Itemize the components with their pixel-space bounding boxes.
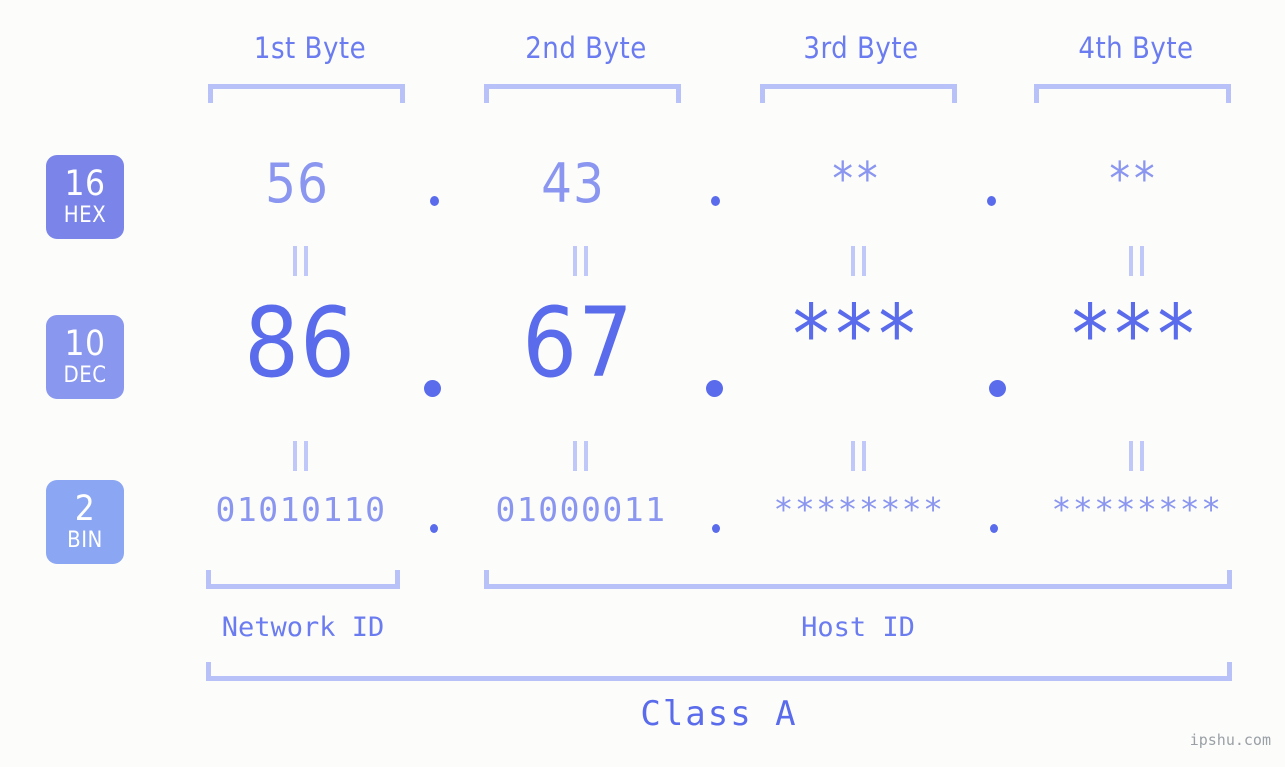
hex-byte-1: 56 <box>265 152 329 215</box>
hex-byte-4: ** <box>1109 152 1159 206</box>
dec-separator-dot-2 <box>706 380 723 397</box>
bin-separator-dot-3 <box>990 524 998 533</box>
byte-header-3: 3rd Byte <box>803 31 919 65</box>
bin-separator-dot-1 <box>430 524 438 533</box>
dec-byte-3: *** <box>792 288 922 383</box>
bin-separator-dot-2 <box>712 524 720 533</box>
byte-bracket-top-2 <box>484 84 681 103</box>
network-id-label: Network ID <box>221 612 385 643</box>
byte-bracket-top-4 <box>1034 84 1231 103</box>
byte-bracket-top-3 <box>760 84 957 103</box>
equals-mark-2-1 <box>293 441 308 471</box>
byte-header-2: 2nd Byte <box>525 31 647 65</box>
base-badge-dec: 10 DEC <box>46 315 124 399</box>
equals-mark-1-3 <box>851 246 866 276</box>
dec-byte-2: 67 <box>522 287 634 399</box>
base-badge-hex-name: HEX <box>63 203 107 228</box>
site-watermark: ipshu.com <box>1189 731 1271 749</box>
hex-byte-3: ** <box>832 152 882 206</box>
equals-mark-1-4 <box>1129 246 1144 276</box>
bin-byte-1: 01010110 <box>215 490 387 529</box>
hex-separator-dot-3 <box>987 196 996 206</box>
equals-mark-2-4 <box>1129 441 1144 471</box>
network-id-bracket <box>206 570 400 589</box>
base-badge-bin-name: BIN <box>67 528 103 553</box>
byte-bracket-top-1 <box>208 84 405 103</box>
base-badge-bin: 2 BIN <box>46 480 124 564</box>
hex-separator-dot-1 <box>430 196 439 206</box>
bin-byte-2: 01000011 <box>495 490 667 529</box>
equals-mark-2-2 <box>573 441 588 471</box>
dec-separator-dot-3 <box>989 380 1006 397</box>
dec-byte-1: 86 <box>244 287 356 399</box>
hex-separator-dot-2 <box>711 196 720 206</box>
base-badge-dec-name: DEC <box>63 363 107 388</box>
base-badge-hex-number: 16 <box>64 164 106 204</box>
base-badge-dec-number: 10 <box>64 324 106 364</box>
equals-mark-1-2 <box>573 246 588 276</box>
ip-byte-diagram: 1st Byte 2nd Byte 3rd Byte 4th Byte 16 H… <box>0 0 1285 767</box>
class-bracket <box>206 662 1232 681</box>
equals-mark-1-1 <box>293 246 308 276</box>
bin-byte-3: ******** <box>773 490 945 529</box>
dec-byte-4: *** <box>1071 288 1201 383</box>
bin-byte-4: ******** <box>1051 490 1223 529</box>
base-badge-bin-number: 2 <box>74 489 96 529</box>
dec-separator-dot-1 <box>424 380 441 397</box>
host-id-label: Host ID <box>801 612 915 643</box>
equals-mark-2-3 <box>851 441 866 471</box>
host-id-bracket <box>484 570 1232 589</box>
byte-header-4: 4th Byte <box>1078 31 1194 65</box>
class-label: Class A <box>640 694 798 734</box>
byte-header-1: 1st Byte <box>253 31 367 65</box>
base-badge-hex: 16 HEX <box>46 155 124 239</box>
hex-byte-2: 43 <box>541 152 605 215</box>
